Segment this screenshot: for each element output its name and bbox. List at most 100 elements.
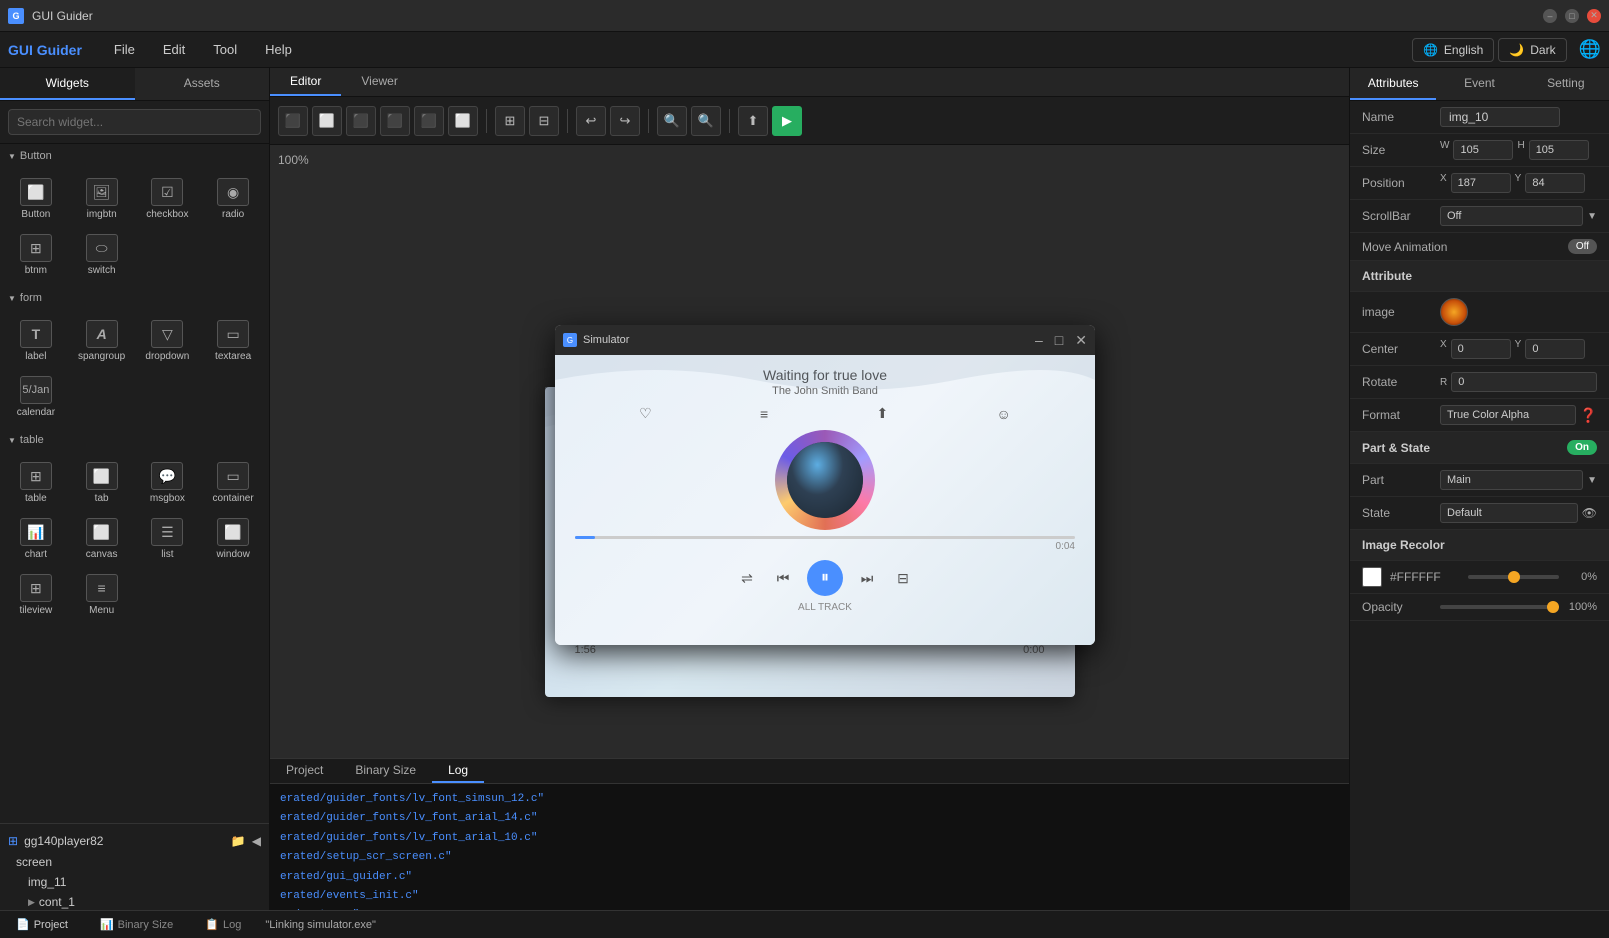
- menu-help[interactable]: Help: [253, 38, 304, 61]
- section-table-header[interactable]: table: [0, 428, 269, 452]
- widget-chart[interactable]: 📊 chart: [4, 512, 68, 566]
- align-center-button[interactable]: ⬜: [312, 106, 342, 136]
- tab-editor[interactable]: Editor: [270, 68, 341, 96]
- widget-checkbox[interactable]: ☑ checkbox: [136, 172, 200, 226]
- language-selector[interactable]: 🌐 English: [1412, 38, 1494, 62]
- align-top-button[interactable]: ⬛: [380, 106, 410, 136]
- widget-container[interactable]: ▭ container: [201, 456, 265, 510]
- recolor-color-swatch[interactable]: [1362, 567, 1382, 587]
- sim-repeat-button[interactable]: ⊟: [891, 566, 915, 590]
- widget-window[interactable]: ⬜ window: [201, 512, 265, 566]
- pos-y-input[interactable]: [1525, 173, 1585, 193]
- sim-play-button[interactable]: ⏸: [807, 560, 843, 596]
- widget-label[interactable]: T label: [4, 314, 68, 368]
- redo-button[interactable]: ↪: [610, 106, 640, 136]
- widget-table[interactable]: ⊞ table: [4, 456, 68, 510]
- state-visibility-icon[interactable]: 👁: [1582, 506, 1597, 520]
- distribute-h-button[interactable]: ⬜: [448, 106, 478, 136]
- menu-tool[interactable]: Tool: [201, 38, 249, 61]
- zoom-out-button[interactable]: 🔍: [657, 106, 687, 136]
- globe-icon[interactable]: 🌐: [1579, 39, 1601, 60]
- image-thumbnail[interactable]: [1440, 298, 1468, 326]
- widget-calendar[interactable]: 5/Jan calendar: [4, 370, 68, 424]
- recolor-slider[interactable]: [1468, 575, 1559, 579]
- minimize-button[interactable]: –: [1543, 9, 1557, 23]
- panel-tab-attributes[interactable]: Attributes: [1350, 68, 1436, 100]
- panel-tab-event[interactable]: Event: [1436, 68, 1522, 100]
- sim-smiley-icon[interactable]: ☺: [997, 406, 1011, 422]
- align-left-button[interactable]: ⬛: [278, 106, 308, 136]
- move-anim-toggle[interactable]: Off: [1568, 239, 1597, 254]
- widget-button[interactable]: ⬜ Button: [4, 172, 68, 226]
- format-select[interactable]: True Color Alpha True Color Indexed 4 bi…: [1440, 405, 1576, 425]
- size-h-input[interactable]: [1529, 140, 1589, 160]
- console-tab-log[interactable]: Log: [432, 759, 484, 783]
- group-button[interactable]: ⊞: [495, 106, 525, 136]
- sim-maximize-button[interactable]: □: [1055, 332, 1063, 349]
- format-help-icon[interactable]: ❓: [1580, 407, 1597, 424]
- tab-assets[interactable]: Assets: [135, 68, 270, 100]
- sim-prev-button[interactable]: ⏮: [771, 566, 795, 590]
- widget-switch[interactable]: ⬭ switch: [70, 228, 134, 282]
- widget-list[interactable]: ☰ list: [136, 512, 200, 566]
- menu-file[interactable]: File: [102, 38, 147, 61]
- tree-screen[interactable]: screen: [8, 852, 261, 872]
- panel-tab-setting[interactable]: Setting: [1523, 68, 1609, 100]
- align-right-button[interactable]: ⬛: [346, 106, 376, 136]
- textarea-icon: ▭: [217, 320, 249, 348]
- console-tab-project[interactable]: Project: [270, 759, 339, 783]
- console-tab-binary[interactable]: Binary Size: [339, 759, 432, 783]
- export-button[interactable]: ⬆: [738, 106, 768, 136]
- play-button[interactable]: ▶: [772, 106, 802, 136]
- rotate-r-input[interactable]: [1451, 372, 1597, 392]
- tab-widgets[interactable]: Widgets: [0, 68, 135, 100]
- state-select[interactable]: Default Focused Pressed: [1440, 503, 1578, 523]
- center-x-input[interactable]: [1451, 339, 1511, 359]
- widget-canvas[interactable]: ⬜ canvas: [70, 512, 134, 566]
- sim-shuffle-button[interactable]: ⇌: [735, 566, 759, 590]
- part-select[interactable]: Main Scrollbar: [1440, 470, 1583, 490]
- status-log[interactable]: 📋 Log: [197, 916, 249, 933]
- name-input[interactable]: [1440, 107, 1560, 127]
- tree-item-img11[interactable]: img_11: [20, 872, 261, 892]
- widget-msgbox[interactable]: 💬 msgbox: [136, 456, 200, 510]
- menu-edit[interactable]: Edit: [151, 38, 197, 61]
- center-y-input[interactable]: [1525, 339, 1585, 359]
- widget-btnm[interactable]: ⊞ btnm: [4, 228, 68, 282]
- project-folder-icon[interactable]: 📁: [231, 834, 246, 848]
- widget-radio[interactable]: ◉ radio: [201, 172, 265, 226]
- widget-spangroup[interactable]: A spangroup: [70, 314, 134, 368]
- sim-minimize-button[interactable]: –: [1035, 332, 1043, 349]
- widget-tileview[interactable]: ⊞ tileview: [4, 568, 68, 622]
- widget-imgbtn[interactable]: 🖼 imgbtn: [70, 172, 134, 226]
- tree-item-cont1[interactable]: ▶ cont_1: [20, 892, 261, 912]
- tab-viewer[interactable]: Viewer: [341, 68, 417, 96]
- undo-button[interactable]: ↩: [576, 106, 606, 136]
- widget-dropdown[interactable]: ▽ dropdown: [136, 314, 200, 368]
- part-state-toggle[interactable]: On: [1567, 440, 1597, 455]
- sim-share-icon[interactable]: ⬆: [876, 405, 888, 422]
- scrollbar-select[interactable]: Off On Auto: [1440, 206, 1583, 226]
- status-project[interactable]: 📄 Project: [8, 916, 76, 933]
- project-back-icon[interactable]: ◀: [252, 834, 261, 848]
- sim-next-button[interactable]: ⏭: [855, 566, 879, 590]
- opacity-slider[interactable]: [1440, 605, 1559, 609]
- sim-close-button[interactable]: ✕: [1075, 332, 1087, 349]
- pos-x-input[interactable]: [1451, 173, 1511, 193]
- size-w-input[interactable]: [1453, 140, 1513, 160]
- maximize-button[interactable]: □: [1565, 9, 1579, 23]
- close-button[interactable]: ✕: [1587, 9, 1601, 23]
- sim-lyrics-icon[interactable]: ≡: [760, 406, 768, 422]
- theme-selector[interactable]: 🌙 Dark: [1498, 38, 1566, 62]
- status-binary[interactable]: 📊 Binary Size: [92, 916, 181, 933]
- ungroup-button[interactable]: ⊟: [529, 106, 559, 136]
- section-button-header[interactable]: Button: [0, 144, 269, 168]
- align-bottom-button[interactable]: ⬛: [414, 106, 444, 136]
- zoom-in-button[interactable]: 🔍: [691, 106, 721, 136]
- sim-heart-icon[interactable]: ♡: [639, 405, 652, 422]
- search-input[interactable]: [8, 109, 261, 135]
- widget-tab[interactable]: ⬜ tab: [70, 456, 134, 510]
- widget-menu[interactable]: ≡ Menu: [70, 568, 134, 622]
- widget-textarea[interactable]: ▭ textarea: [201, 314, 265, 368]
- section-form-header[interactable]: form: [0, 286, 269, 310]
